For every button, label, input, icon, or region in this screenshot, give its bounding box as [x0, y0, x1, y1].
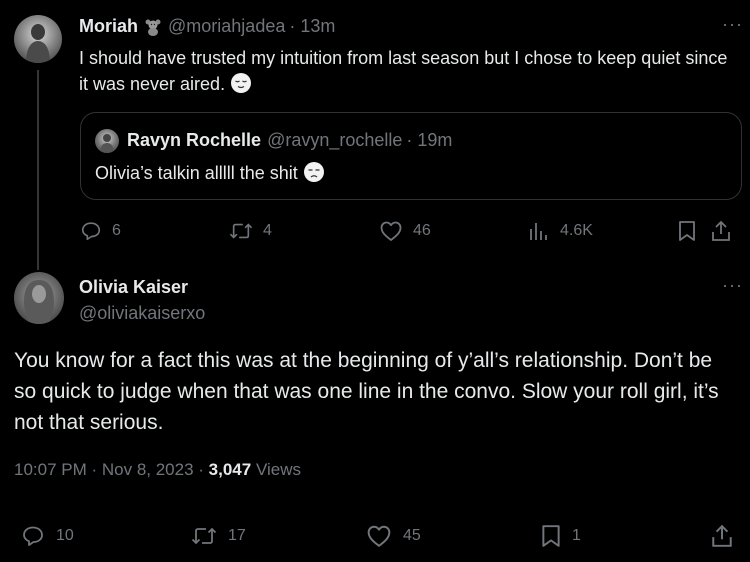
main-bookmark-button[interactable]: 1 — [540, 524, 581, 548]
reply-count: 6 — [112, 222, 121, 239]
reply-text-body: I should have trusted my intuition from … — [79, 48, 728, 94]
unamused-face-emoji-icon — [303, 161, 325, 183]
quoted-text: Olivia’s talkin alllll the shit — [95, 161, 325, 184]
main-like-count: 45 — [403, 527, 421, 544]
main-author-name[interactable]: Olivia Kaiser — [79, 277, 188, 298]
share-icon — [712, 524, 732, 547]
views-count: 4.6K — [560, 222, 593, 239]
repost-action-button[interactable]: 4 — [229, 220, 272, 242]
main-tweet-meta: 10:07 PM · Nov 8, 2023 · 3,047 Views — [14, 460, 301, 480]
like-count: 46 — [413, 222, 431, 239]
main-more-options-button[interactable]: ··· — [722, 275, 743, 296]
reply-header: Moriah @moriahjadea · 13m — [79, 16, 335, 37]
views-label: Views — [255, 460, 301, 479]
reply-text: I should have trusted my intuition from … — [79, 45, 729, 97]
avatar-ravyn-image — [100, 134, 114, 153]
repost-count: 4 — [263, 222, 272, 239]
reply-icon — [81, 222, 101, 241]
post-time[interactable]: · 13m — [289, 16, 335, 37]
views-action-button[interactable]: 4.6K — [528, 220, 593, 242]
bookmark-icon — [542, 525, 560, 547]
share-button[interactable] — [710, 220, 732, 242]
teddy-bear-icon — [144, 18, 162, 36]
quoted-text-body: Olivia’s talkin alllll the shit — [95, 163, 298, 183]
avatar-moriah[interactable] — [14, 15, 62, 63]
quoted-author-name: Ravyn Rochelle — [127, 130, 262, 150]
analytics-icon — [530, 223, 547, 240]
repost-icon — [191, 527, 217, 545]
bookmark-icon — [679, 221, 695, 241]
avatar-olivia-image — [24, 280, 54, 324]
bookmark-button[interactable] — [677, 220, 697, 242]
thread-connector-line — [37, 70, 39, 270]
quoted-tweet-card[interactable]: Ravyn Rochelle @ravyn_rochelle · 19m Oli… — [80, 112, 742, 200]
repost-icon — [229, 223, 253, 239]
avatar-moriah-image — [26, 24, 50, 63]
quoted-author-handle: @ravyn_rochelle — [267, 130, 403, 150]
main-author-handle[interactable]: @oliviakaiserxo — [79, 303, 205, 324]
like-action-button[interactable]: 46 — [379, 220, 431, 242]
author-name[interactable]: Moriah — [79, 16, 138, 37]
views-total: 3,047 — [208, 460, 252, 479]
main-repost-button[interactable]: 17 — [190, 524, 246, 548]
main-bookmark-count: 1 — [572, 527, 581, 544]
heart-icon — [380, 221, 402, 241]
main-reply-button[interactable]: 10 — [20, 524, 74, 548]
main-reply-count: 10 — [56, 527, 74, 544]
avatar-ravyn — [95, 129, 119, 153]
relieved-face-emoji-icon — [230, 72, 252, 94]
main-like-button[interactable]: 45 — [365, 524, 421, 548]
avatar-olivia[interactable] — [14, 272, 64, 324]
reply-action-button[interactable]: 6 — [80, 220, 121, 242]
author-handle[interactable]: @moriahjadea — [168, 16, 285, 37]
timestamp[interactable]: 10:07 PM · Nov 8, 2023 · — [14, 460, 204, 479]
more-icon: ··· — [722, 275, 743, 295]
share-icon — [712, 220, 730, 241]
more-options-button[interactable]: ··· — [722, 14, 743, 35]
main-repost-count: 17 — [228, 527, 246, 544]
main-share-button[interactable] — [710, 524, 734, 548]
heart-icon — [367, 525, 391, 547]
more-icon: ··· — [722, 14, 743, 34]
quoted-post-time: · 19m — [406, 130, 453, 150]
main-tweet-text: You know for a fact this was at the begi… — [14, 349, 719, 434]
quoted-header: Ravyn Rochelle @ravyn_rochelle · 19m — [127, 130, 452, 151]
reply-icon — [23, 526, 43, 546]
